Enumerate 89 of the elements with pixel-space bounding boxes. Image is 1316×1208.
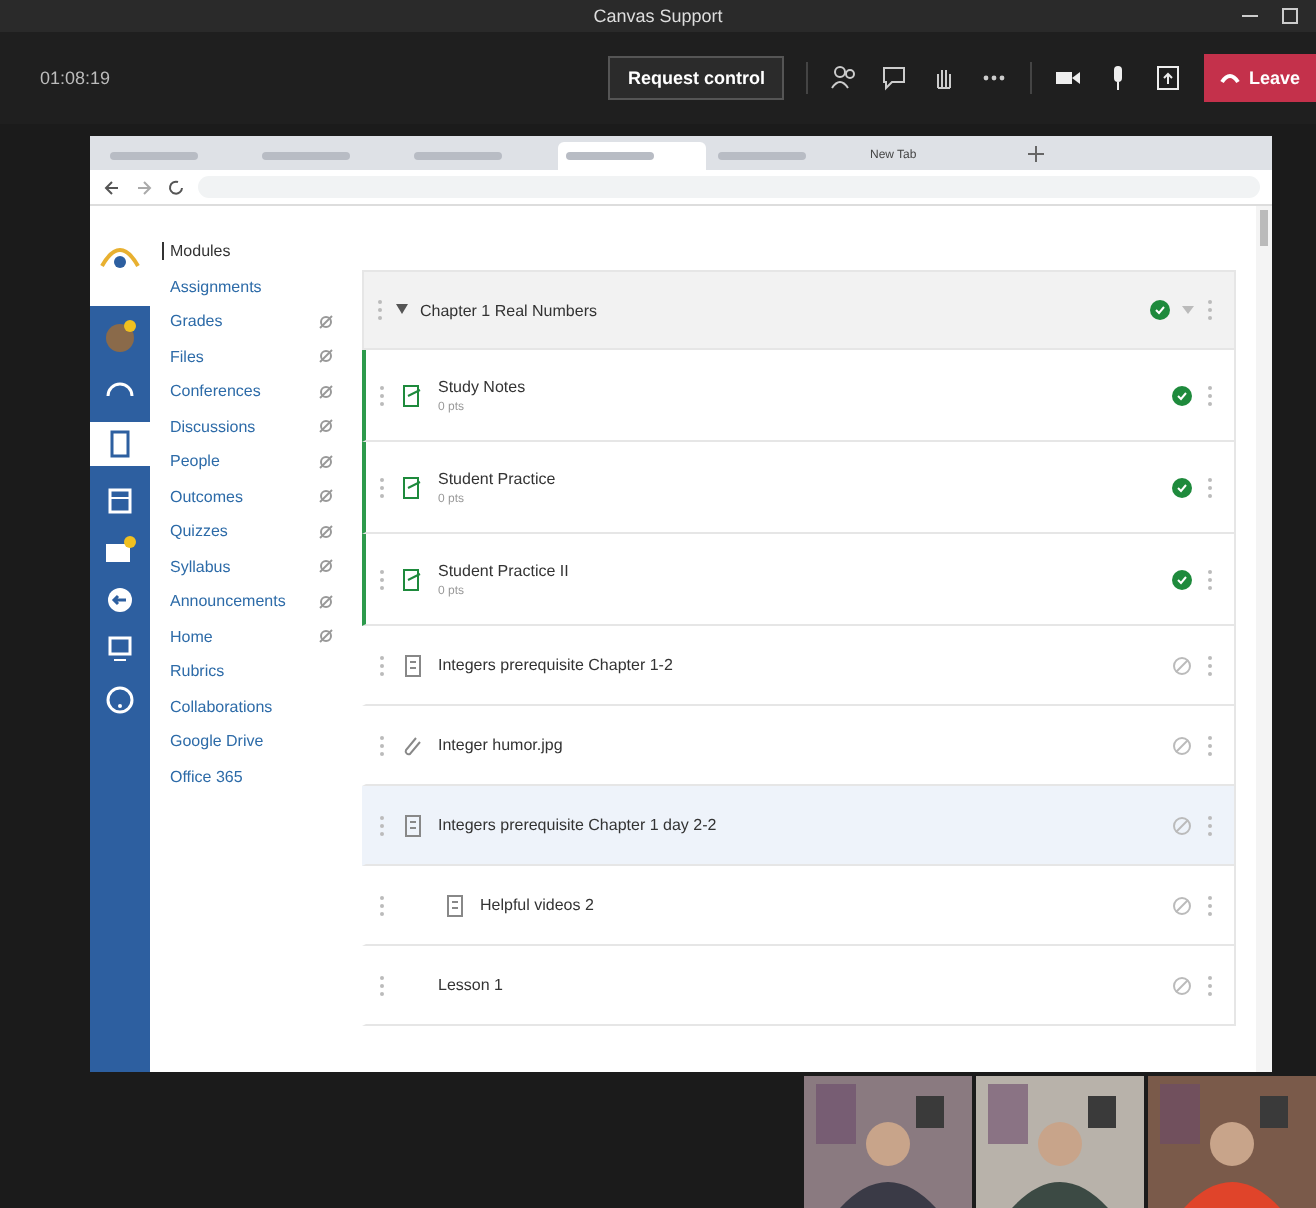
scrollbar-thumb[interactable] — [1260, 210, 1268, 246]
kebab-icon[interactable] — [1206, 653, 1214, 677]
item-title[interactable]: Integers prerequisite Chapter 1-2 — [438, 656, 673, 674]
course-nav-link[interactable]: Discussions — [162, 417, 318, 435]
people-icon[interactable] — [830, 64, 859, 92]
phone-icon — [1220, 70, 1241, 86]
unpublished-icon[interactable] — [1172, 735, 1192, 755]
unpublished-icon[interactable] — [1172, 815, 1192, 835]
help-icon[interactable] — [104, 684, 136, 716]
course-nav-link[interactable]: Quizzes — [162, 522, 318, 540]
assignment-icon — [400, 383, 424, 407]
avatar-icon[interactable] — [102, 318, 138, 354]
logout-icon[interactable] — [104, 584, 136, 616]
drag-handle-icon[interactable] — [378, 567, 386, 591]
drag-handle-icon[interactable] — [378, 973, 386, 997]
course-nav-link[interactable]: Announcements — [162, 592, 318, 610]
course-nav-link[interactable]: Rubrics — [162, 662, 334, 680]
course-nav-link[interactable]: Files — [162, 347, 318, 365]
item-title[interactable]: Student Practice II — [438, 561, 569, 579]
unpublished-icon[interactable] — [1172, 655, 1192, 675]
share-screen-icon[interactable] — [1154, 64, 1183, 92]
module-header[interactable]: Chapter 1 Real Numbers — [362, 270, 1236, 350]
maximize-icon[interactable] — [1280, 6, 1300, 26]
drag-handle-icon[interactable] — [378, 653, 386, 677]
module-item[interactable]: Integers prerequisite Chapter 1-2 — [362, 626, 1236, 706]
course-nav-link[interactable]: Google Drive — [162, 732, 334, 750]
course-nav-link[interactable]: Office 365 — [162, 767, 334, 785]
drag-handle-icon[interactable] — [378, 893, 386, 917]
chat-icon[interactable] — [880, 64, 909, 92]
course-nav-link[interactable]: Collaborations — [162, 697, 334, 715]
kebab-icon[interactable] — [1206, 813, 1214, 837]
reload-icon[interactable] — [166, 177, 186, 197]
expand-triangle-icon[interactable] — [396, 304, 408, 316]
course-nav-link[interactable]: Home — [162, 627, 318, 645]
course-nav-link[interactable]: Conferences — [162, 382, 318, 400]
assignment-icon — [400, 567, 424, 591]
calendar-icon[interactable] — [104, 484, 136, 516]
drag-handle-icon[interactable] — [378, 733, 386, 757]
item-title[interactable]: Integers prerequisite Chapter 1 day 2-2 — [438, 816, 717, 834]
request-control-button[interactable]: Request control — [607, 56, 785, 100]
new-tab-icon[interactable] — [1026, 144, 1046, 164]
course-nav-link[interactable]: Syllabus — [162, 557, 318, 575]
meeting-timer: 01:08:19 — [40, 68, 111, 88]
kebab-icon[interactable] — [1206, 733, 1214, 757]
published-check-icon[interactable] — [1172, 385, 1192, 405]
item-title[interactable]: Integer humor.jpg — [438, 736, 563, 754]
course-nav-link[interactable]: People — [162, 452, 318, 470]
published-check-icon[interactable] — [1172, 569, 1192, 589]
drag-handle-icon[interactable] — [376, 298, 384, 322]
back-icon[interactable] — [102, 177, 122, 197]
item-title[interactable]: Helpful videos 2 — [480, 896, 594, 914]
module-item[interactable]: Helpful videos 2 — [362, 866, 1236, 946]
item-title[interactable]: Study Notes — [438, 377, 526, 395]
assignment-icon — [400, 475, 424, 499]
course-nav-link[interactable]: Grades — [162, 312, 318, 330]
kebab-icon[interactable] — [1206, 383, 1214, 407]
kebab-icon[interactable] — [1206, 298, 1214, 322]
courses-icon[interactable] — [90, 422, 150, 466]
course-nav-link[interactable]: Modules — [162, 242, 334, 260]
document-icon — [442, 893, 466, 917]
published-check-icon[interactable] — [1150, 300, 1170, 320]
drag-handle-icon[interactable] — [378, 475, 386, 499]
unpublished-icon[interactable] — [1172, 975, 1192, 995]
document-icon — [400, 653, 424, 677]
kebab-icon[interactable] — [1206, 567, 1214, 591]
course-nav-link[interactable]: Outcomes — [162, 487, 318, 505]
kebab-icon[interactable] — [1206, 475, 1214, 499]
item-title[interactable]: Lesson 1 — [438, 976, 503, 994]
module-item[interactable]: Lesson 1 — [362, 946, 1236, 1026]
browser-tab[interactable] — [558, 142, 706, 170]
computer-icon[interactable] — [104, 634, 136, 666]
inbox-icon[interactable] — [102, 534, 138, 566]
document-icon — [400, 813, 424, 837]
kebab-icon[interactable] — [1206, 893, 1214, 917]
logo-icon — [98, 242, 142, 270]
unpublished-icon[interactable] — [1172, 895, 1192, 915]
course-nav-link[interactable]: Assignments — [162, 277, 334, 295]
forward-icon[interactable] — [134, 177, 154, 197]
published-check-icon[interactable] — [1172, 477, 1192, 497]
module-title: Chapter 1 Real Numbers — [420, 301, 597, 319]
leave-button[interactable]: Leave — [1204, 54, 1316, 102]
drag-handle-icon[interactable] — [378, 813, 386, 837]
item-title[interactable]: Student Practice — [438, 469, 556, 487]
caret-icon[interactable] — [1182, 304, 1194, 316]
kebab-icon[interactable] — [1206, 973, 1214, 997]
paperclip-icon — [400, 733, 424, 757]
module-item[interactable]: Integers prerequisite Chapter 1 day 2-2 — [362, 786, 1236, 866]
window-title: Canvas Support — [593, 6, 723, 26]
drag-handle-icon[interactable] — [378, 383, 386, 407]
